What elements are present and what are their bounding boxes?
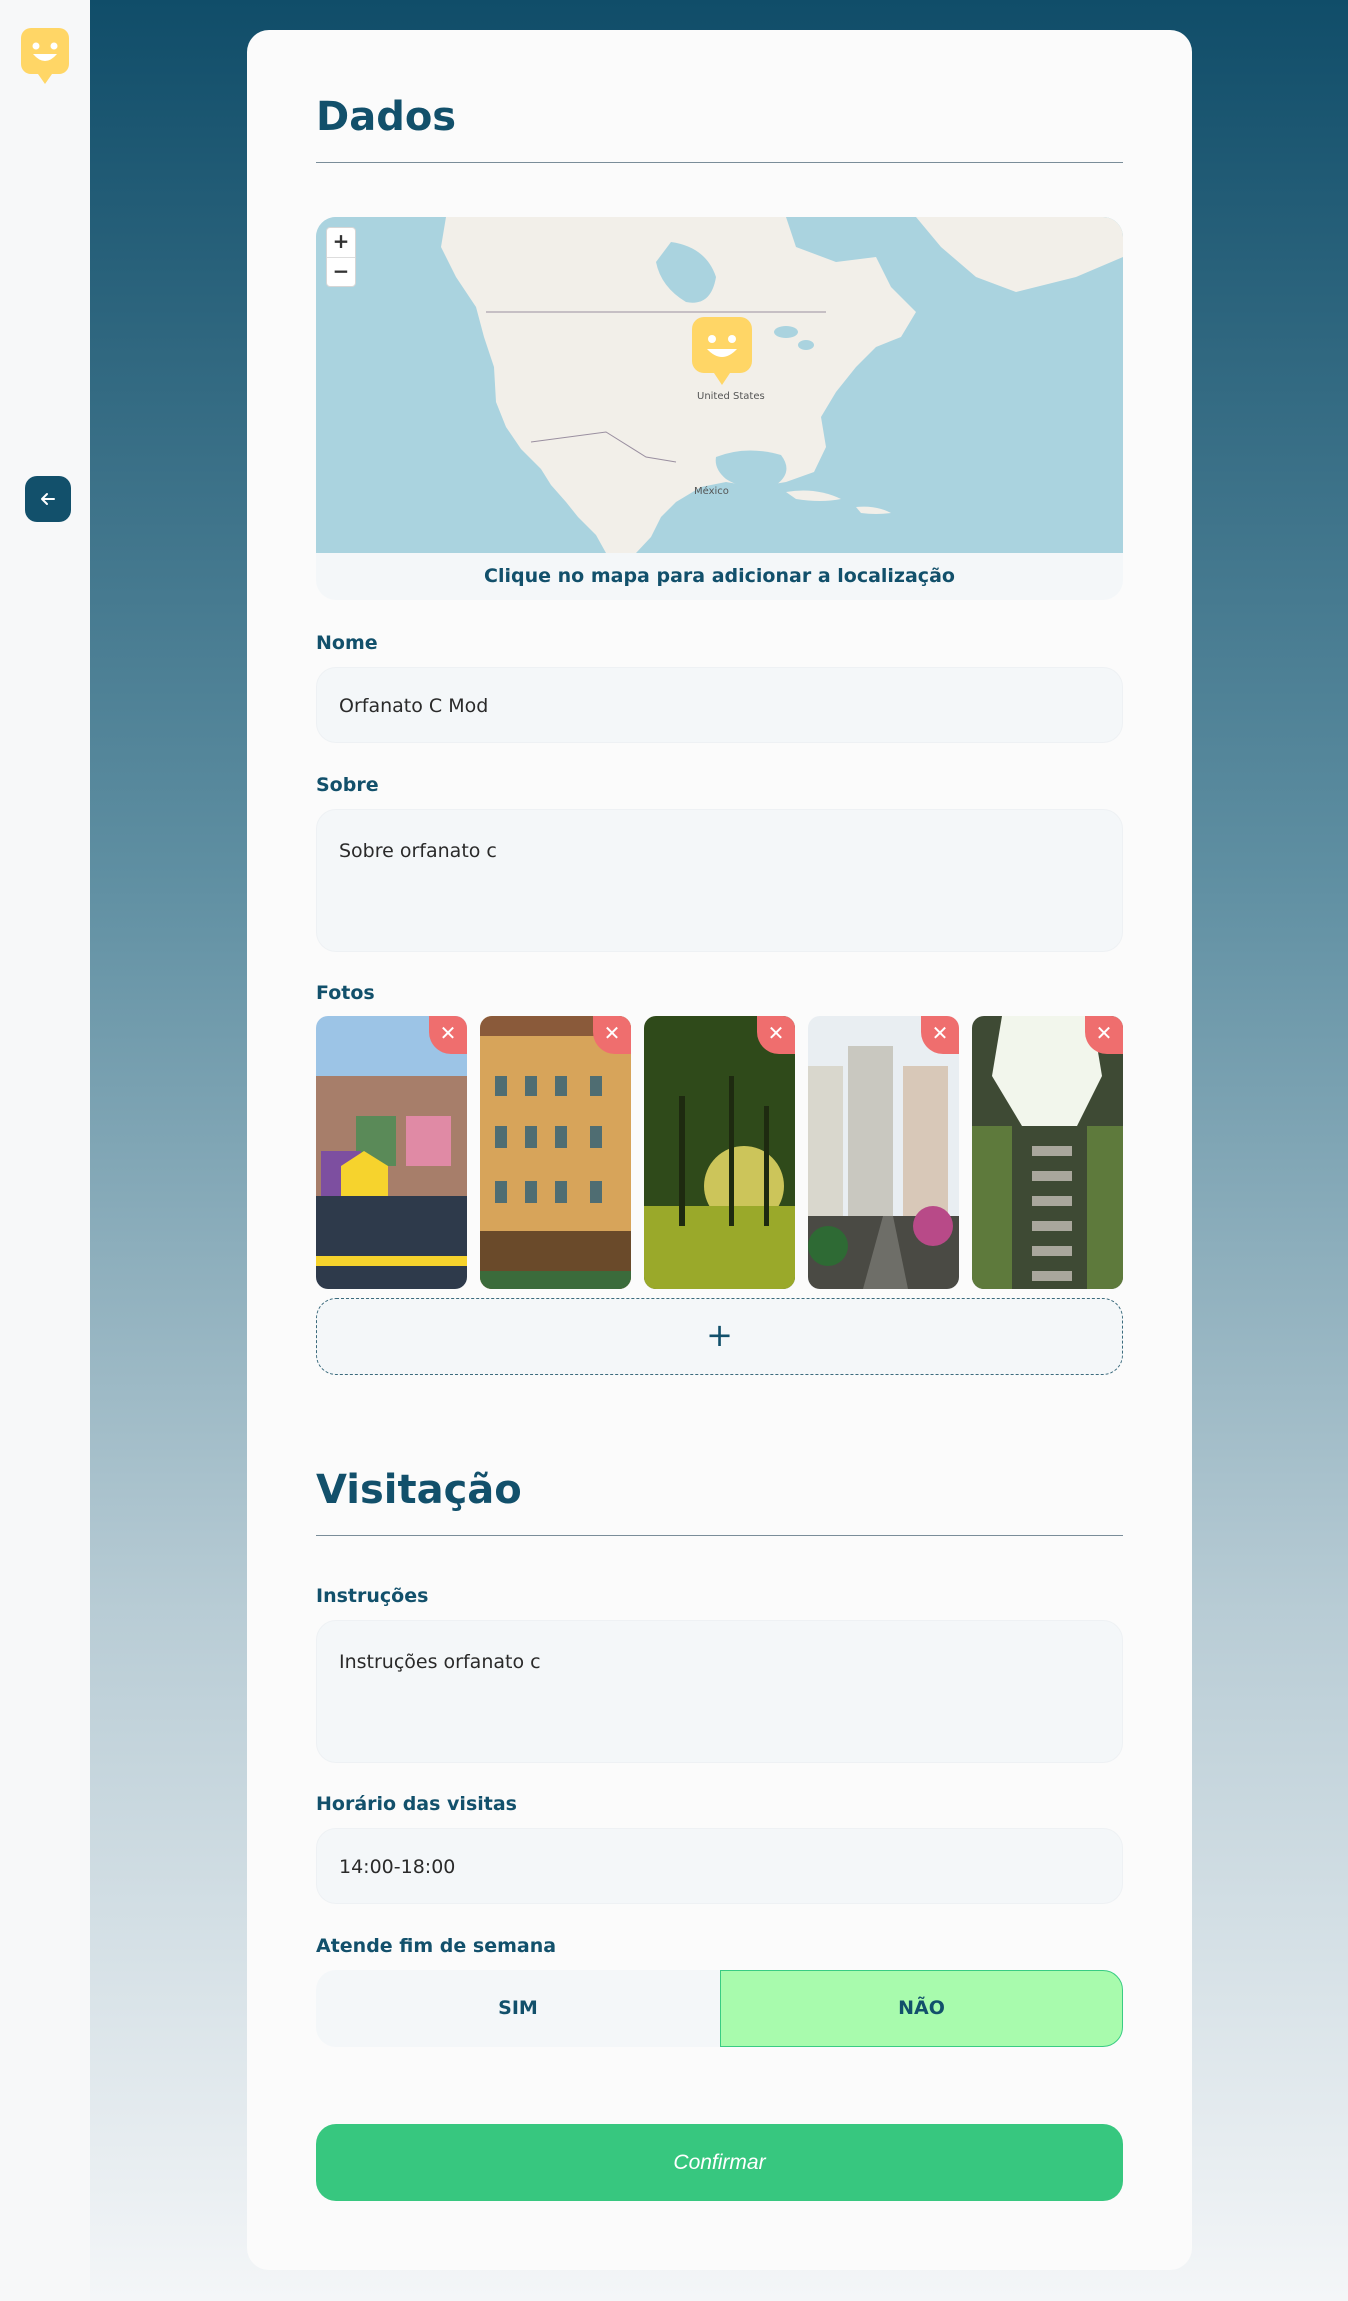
location-map: United States México + − Clique no mapa …	[316, 217, 1123, 600]
horario-label: Horário das visitas	[316, 1793, 517, 1815]
map-label-mexico: México	[694, 486, 729, 497]
map-caption: Clique no mapa para adicionar a localiza…	[484, 565, 955, 587]
horario-input[interactable]: 14:00-18:00	[316, 1828, 1123, 1904]
add-photo-button[interactable]: +	[316, 1298, 1123, 1375]
photo-city-street: ✕	[808, 1016, 959, 1289]
section-title-visitacao: Visitação	[316, 1467, 1123, 1536]
photo-yellow-building: ✕	[480, 1016, 631, 1289]
photo-gallery: ✕ ✕ ✕ ✕ ✕	[316, 1016, 1123, 1289]
photo-forest-sunlight: ✕	[644, 1016, 795, 1289]
back-button[interactable]	[25, 476, 71, 522]
edit-form-card: Dados United States México + − Clique no…	[247, 30, 1192, 2270]
map-marker-icon	[692, 317, 752, 385]
map-label-us: United States	[697, 391, 765, 402]
confirm-button[interactable]: Confirmar	[316, 2124, 1123, 2201]
sobre-label: Sobre	[316, 774, 379, 796]
zoom-out-button[interactable]: −	[327, 257, 355, 286]
instrucoes-label: Instruções	[316, 1585, 429, 1607]
fotos-label: Fotos	[316, 982, 375, 1004]
weekend-yes-button[interactable]: SIM	[316, 1970, 720, 2047]
section-title-dados: Dados	[316, 94, 1123, 163]
nome-input[interactable]: Orfanato C Mod	[316, 667, 1123, 743]
fim-de-semana-label: Atende fim de semana	[316, 1935, 557, 1957]
nome-label: Nome	[316, 632, 378, 654]
instrucoes-textarea[interactable]: Instruções orfanato c	[316, 1620, 1123, 1763]
map-zoom-control: + −	[326, 227, 356, 287]
photo-green-tower: ✕	[972, 1016, 1123, 1289]
sidebar	[0, 0, 90, 2301]
arrow-left-icon	[41, 493, 55, 505]
photo-graffiti-street: ✕	[316, 1016, 467, 1289]
sobre-textarea[interactable]: Sobre orfanato c	[316, 809, 1123, 952]
zoom-in-button[interactable]: +	[327, 228, 355, 257]
smiley-pin-logo-icon	[21, 28, 69, 84]
weekend-no-button[interactable]: NÃO	[720, 1970, 1123, 2047]
map-canvas[interactable]: United States México + −	[316, 217, 1123, 553]
